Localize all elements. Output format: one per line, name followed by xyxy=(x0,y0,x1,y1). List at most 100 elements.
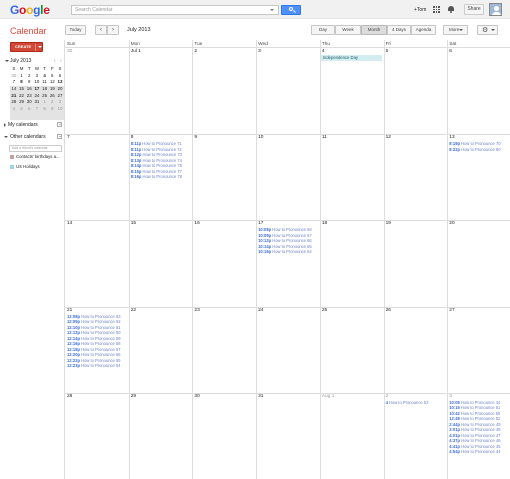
mini-day[interactable]: 4 xyxy=(41,73,49,80)
day-number[interactable]: 2 xyxy=(386,394,389,399)
mini-day[interactable]: 19 xyxy=(48,86,56,93)
day-number[interactable]: 25 xyxy=(322,308,327,313)
day-number[interactable]: 31 xyxy=(258,394,263,399)
app-title[interactable]: Calendar xyxy=(10,26,47,36)
mini-day[interactable]: 14 xyxy=(10,86,18,93)
settings-button[interactable]: ⚙ xyxy=(477,25,498,35)
mini-day[interactable]: 3 xyxy=(33,73,41,80)
my-calendars-header[interactable]: My calendars xyxy=(4,122,38,128)
view-4days-button[interactable]: 4 Days xyxy=(387,25,411,35)
prev-period-button[interactable]: ‹ xyxy=(95,25,107,35)
day-cell[interactable]: 16 xyxy=(192,220,256,306)
avatar[interactable] xyxy=(489,3,502,16)
mini-day[interactable]: 26 xyxy=(48,93,56,100)
day-number[interactable]: 29 xyxy=(131,394,136,399)
day-number[interactable]: 20 xyxy=(449,221,454,226)
day-cell[interactable]: 10 xyxy=(256,134,320,220)
mini-day[interactable]: 1 xyxy=(41,99,49,106)
day-cell[interactable]: 24 xyxy=(256,307,320,393)
mini-day[interactable]: 30 xyxy=(25,99,33,106)
day-cell[interactable]: 20 xyxy=(447,220,510,306)
user-name-link[interactable]: +Tom xyxy=(414,7,426,13)
mini-day[interactable]: 15 xyxy=(18,86,26,93)
mini-day[interactable]: 5 xyxy=(18,106,26,113)
day-number[interactable]: Aug 1 xyxy=(322,394,335,399)
day-number[interactable]: 4 xyxy=(322,49,325,54)
mini-day[interactable]: 21 xyxy=(10,93,18,100)
my-calendars-options-icon[interactable] xyxy=(57,122,62,127)
day-cell[interactable]: 19 xyxy=(384,220,448,306)
day-number[interactable]: 26 xyxy=(386,308,391,313)
day-number[interactable]: 22 xyxy=(131,308,136,313)
mini-day[interactable]: 12 xyxy=(48,79,56,86)
event-chip[interactable]: 4 How to Pronounce 53 xyxy=(386,400,429,406)
search-input[interactable]: Search Calendar xyxy=(71,5,279,15)
mini-prev-button[interactable]: ‹ xyxy=(54,58,56,64)
mini-day[interactable]: 4 xyxy=(10,106,18,113)
mini-day[interactable]: 13 xyxy=(56,79,64,86)
google-logo[interactable]: Google xyxy=(10,3,50,17)
day-cell[interactable]: 6 xyxy=(447,48,510,134)
notifications-bell-icon[interactable] xyxy=(448,6,454,13)
day-cell[interactable]: 15 xyxy=(129,220,193,306)
other-calendars-header[interactable]: Other calendars xyxy=(4,134,46,140)
mini-day[interactable]: 8 xyxy=(41,106,49,113)
mini-day[interactable]: 2 xyxy=(48,99,56,106)
mini-day[interactable]: 8 xyxy=(18,79,26,86)
day-number[interactable]: 7 xyxy=(67,135,70,140)
day-number[interactable]: 10 xyxy=(258,135,263,140)
mini-calendar-title[interactable]: July 2013 xyxy=(10,58,31,64)
day-cell[interactable]: 29 xyxy=(129,393,193,479)
day-number[interactable]: 28 xyxy=(67,394,72,399)
day-cell[interactable]: 3 xyxy=(256,48,320,134)
mini-day[interactable]: 11 xyxy=(41,79,49,86)
mini-day[interactable]: 20 xyxy=(56,86,64,93)
day-cell[interactable]: 30 xyxy=(192,393,256,479)
day-cell[interactable]: 9 xyxy=(192,134,256,220)
mini-day[interactable]: 29 xyxy=(18,99,26,106)
calendar-item-birthdays[interactable]: Contacts' birthdays a... xyxy=(10,154,60,159)
share-button[interactable]: Share xyxy=(464,4,484,15)
other-calendars-options-icon[interactable] xyxy=(57,134,62,139)
day-number[interactable]: 3 xyxy=(258,49,261,54)
mini-day[interactable]: 27 xyxy=(56,93,64,100)
create-event-button[interactable]: CREATE xyxy=(10,42,43,52)
next-period-button[interactable]: › xyxy=(107,25,119,35)
day-cell[interactable]: 27 xyxy=(447,307,510,393)
mini-day[interactable]: 23 xyxy=(25,93,33,100)
event-chip[interactable]: 10:16p How to Pronounce 64 xyxy=(258,249,312,255)
day-cell[interactable]: 4 Independence Day xyxy=(320,48,384,134)
day-cell[interactable]: 7 xyxy=(65,134,129,220)
calendar-color-swatch[interactable] xyxy=(10,164,14,169)
day-number[interactable]: 13 xyxy=(449,135,454,140)
mini-day[interactable]: 1 xyxy=(18,73,26,80)
day-number[interactable]: 5 xyxy=(386,49,389,54)
mini-day[interactable]: 25 xyxy=(41,93,49,100)
day-number[interactable]: 27 xyxy=(449,308,454,313)
mini-day[interactable]: 5 xyxy=(48,73,56,80)
day-cell[interactable]: 11 xyxy=(320,134,384,220)
day-number[interactable]: 14 xyxy=(67,221,72,226)
day-number[interactable]: 17 xyxy=(258,221,263,226)
day-number[interactable]: 18 xyxy=(322,221,327,226)
view-agenda-button[interactable]: Agenda xyxy=(411,25,436,35)
day-cell[interactable]: 21 12:08p How to Pronounce 63 12:09p How t… xyxy=(65,307,129,393)
day-cell[interactable]: 24 How to Pronounce 53 xyxy=(384,393,448,479)
mini-day[interactable]: 9 xyxy=(25,79,33,86)
day-cell[interactable]: 22 xyxy=(129,307,193,393)
event-chip[interactable]: 4:54p How to Pronounce 44 xyxy=(449,449,500,455)
mini-day[interactable]: 30 xyxy=(10,73,18,80)
more-menu-button[interactable]: More xyxy=(443,25,468,35)
search-button[interactable] xyxy=(281,5,301,15)
event-chip[interactable]: 8:16p How to Pronounce 78 xyxy=(131,174,182,180)
day-number[interactable]: 6 xyxy=(449,49,452,54)
event-chip[interactable]: 8:22p How to Pronounce 80 xyxy=(449,147,500,153)
day-number[interactable]: 11 xyxy=(322,135,327,140)
mini-day[interactable]: 2 xyxy=(25,73,33,80)
mini-day[interactable]: 6 xyxy=(56,73,64,80)
day-cell[interactable]: 12 xyxy=(384,134,448,220)
day-number[interactable]: 23 xyxy=(194,308,199,313)
apps-grid-icon[interactable] xyxy=(433,6,440,13)
day-cell[interactable]: 13 8:19p How to Pronounce 70 8:22p How to … xyxy=(447,134,510,220)
day-number[interactable]: 19 xyxy=(386,221,391,226)
